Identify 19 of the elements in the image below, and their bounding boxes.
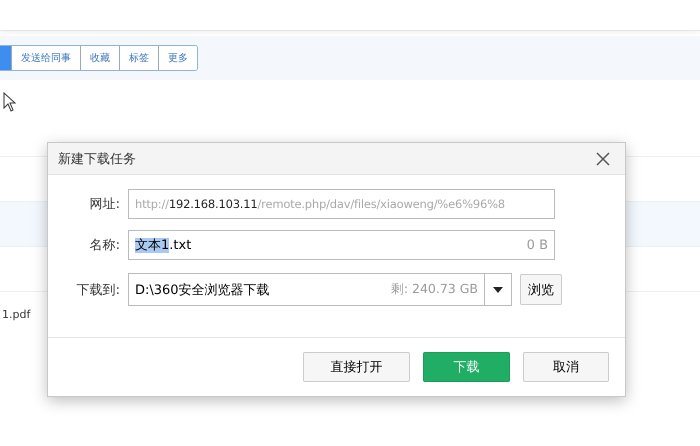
url-field[interactable]: http://192.168.103.11/remote.php/dav/files/xiaoweng/%e6%96%8 (128, 189, 555, 219)
close-icon[interactable] (595, 150, 611, 166)
browse-button[interactable]: 浏览 (520, 274, 562, 305)
file-name: 1.pdf (2, 308, 30, 320)
toolbar-button[interactable]: 收藏 (80, 46, 119, 70)
cursor-icon (3, 92, 17, 112)
toolbar-button[interactable]: 标签 (119, 46, 158, 70)
destination-label: 下载到: (76, 282, 120, 298)
toolbar-button[interactable]: 更多 (158, 46, 197, 70)
caret-icon (493, 286, 503, 292)
name-label: 名称: (88, 237, 120, 254)
name-field[interactable]: 文本1.txt 0 B (128, 230, 555, 260)
dialog-title: 新建下载任务 (58, 150, 136, 168)
destination-field[interactable]: D:\360安全浏览器下载 剩: 240.73 GB (128, 273, 485, 306)
dialog-button[interactable]: 取消 (523, 352, 609, 382)
toolbar-button[interactable]: 发送给同事 (11, 46, 80, 70)
dropdown-button[interactable] (485, 273, 512, 306)
dialog-button[interactable]: 直接打开 (303, 352, 410, 382)
url-label: 网址: (88, 196, 120, 213)
